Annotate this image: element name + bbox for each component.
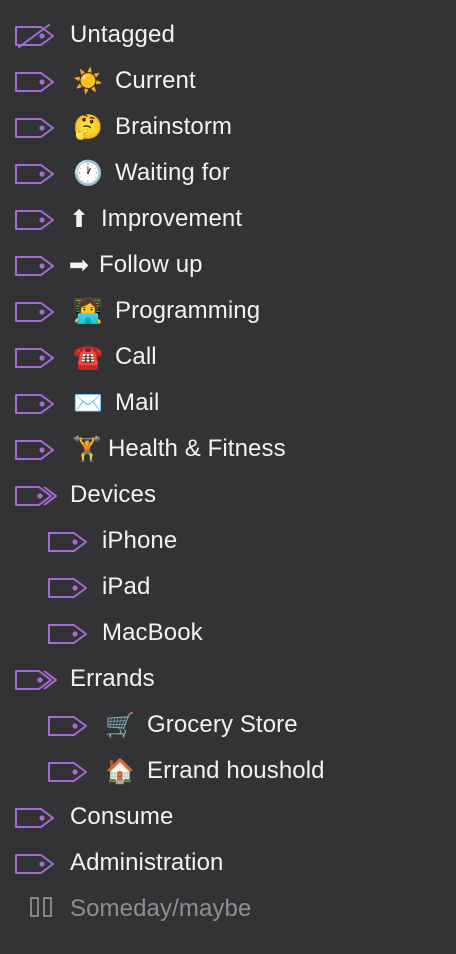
tag-label: Consume xyxy=(70,803,174,830)
tag-icon xyxy=(48,624,87,644)
house-emoji-icon: 🏠 xyxy=(105,757,135,785)
tag-label: Improvement xyxy=(101,205,243,232)
tag-group-icon xyxy=(15,670,57,690)
tag-label: Grocery Store xyxy=(147,711,298,738)
tag-row-ipad[interactable]: iPad xyxy=(0,563,456,609)
tag-icon xyxy=(48,762,87,782)
tag-icon xyxy=(15,118,54,138)
tag-row-improvement[interactable]: ⬆ Improvement xyxy=(0,195,456,241)
tag-icon xyxy=(48,578,87,598)
tag-row-errand-houshold[interactable]: 🏠 Errand houshold xyxy=(0,747,456,793)
tag-row-consume[interactable]: Consume xyxy=(0,793,456,839)
tag-group-icon xyxy=(15,486,57,506)
tag-row-errands[interactable]: Errands xyxy=(0,655,456,701)
tag-label: Brainstorm xyxy=(115,113,233,140)
tag-row-programming[interactable]: 👩‍💻 Programming xyxy=(0,287,456,333)
tag-label: Follow up xyxy=(99,251,203,278)
tag-row-brainstorm[interactable]: 🤔 Brainstorm xyxy=(0,103,456,149)
tag-row-call[interactable]: ☎️ Call xyxy=(0,333,456,379)
tag-row-untagged[interactable]: Untagged xyxy=(0,11,456,57)
tag-row-macbook[interactable]: MacBook xyxy=(0,609,456,655)
tag-label: Programming xyxy=(115,297,261,324)
tag-label: Waiting for xyxy=(115,159,230,186)
right-arrow-emoji-icon: ➡ xyxy=(68,251,90,279)
tag-row-administration[interactable]: Administration xyxy=(0,839,456,885)
tag-icon xyxy=(15,256,54,276)
tag-icon xyxy=(15,854,54,874)
tag-label: iPhone xyxy=(102,527,178,554)
tag-icon xyxy=(15,440,54,460)
tag-row-follow-up[interactable]: ➡ Follow up xyxy=(0,241,456,287)
tag-label: Call xyxy=(115,343,157,370)
tag-label: Someday/maybe xyxy=(70,895,252,922)
tag-row-iphone[interactable]: iPhone xyxy=(0,517,456,563)
tag-icon xyxy=(15,348,54,368)
tag-row-health-fitness[interactable]: 🏋 Health & Fitness xyxy=(0,425,456,471)
tag-row-waiting-for[interactable]: 🕐 Waiting for xyxy=(0,149,456,195)
tag-row-devices[interactable]: Devices xyxy=(0,471,456,517)
tag-row-grocery-store[interactable]: 🛒 Grocery Store xyxy=(0,701,456,747)
thinking-face-emoji-icon: 🤔 xyxy=(73,113,103,141)
envelope-emoji-icon: ✉️ xyxy=(73,389,103,417)
tag-icon xyxy=(15,210,54,230)
tag-label: Administration xyxy=(70,849,224,876)
tag-label: Health & Fitness xyxy=(108,435,286,462)
tag-row-someday-maybe[interactable]: Someday/maybe xyxy=(0,885,456,931)
tag-label: Mail xyxy=(115,389,160,416)
pause-icon xyxy=(30,897,52,917)
tag-label: Untagged xyxy=(70,21,175,48)
tag-icon xyxy=(15,302,54,322)
tag-label: MacBook xyxy=(102,619,203,646)
tag-icon xyxy=(15,164,54,184)
tag-label: Devices xyxy=(70,481,157,508)
tag-label: Errands xyxy=(70,665,155,692)
clock-emoji-icon: 🕐 xyxy=(73,159,103,187)
up-arrow-emoji-icon: ⬆ xyxy=(68,205,90,233)
untagged-icon xyxy=(15,24,54,48)
technologist-emoji-icon: 👩‍💻 xyxy=(73,297,103,325)
tag-icon xyxy=(15,72,54,92)
telephone-emoji-icon: ☎️ xyxy=(73,343,103,371)
tag-icon xyxy=(15,394,54,414)
weight-lifter-emoji-icon: 🏋 xyxy=(72,435,102,463)
tag-row-current[interactable]: ☀️ Current xyxy=(0,57,456,103)
shopping-cart-emoji-icon: 🛒 xyxy=(105,711,135,739)
sun-emoji-icon: ☀️ xyxy=(73,67,103,95)
tag-label: iPad xyxy=(102,573,151,600)
tag-row-mail[interactable]: ✉️ Mail xyxy=(0,379,456,425)
tag-label: Errand houshold xyxy=(147,757,325,784)
tag-icon xyxy=(48,532,87,552)
tag-label: Current xyxy=(115,67,196,94)
tag-icon xyxy=(48,716,87,736)
tag-list: Untagged ☀️ Current 🤔 Brainstorm 🕐 Waiti… xyxy=(0,11,456,931)
tag-icon xyxy=(15,808,54,828)
